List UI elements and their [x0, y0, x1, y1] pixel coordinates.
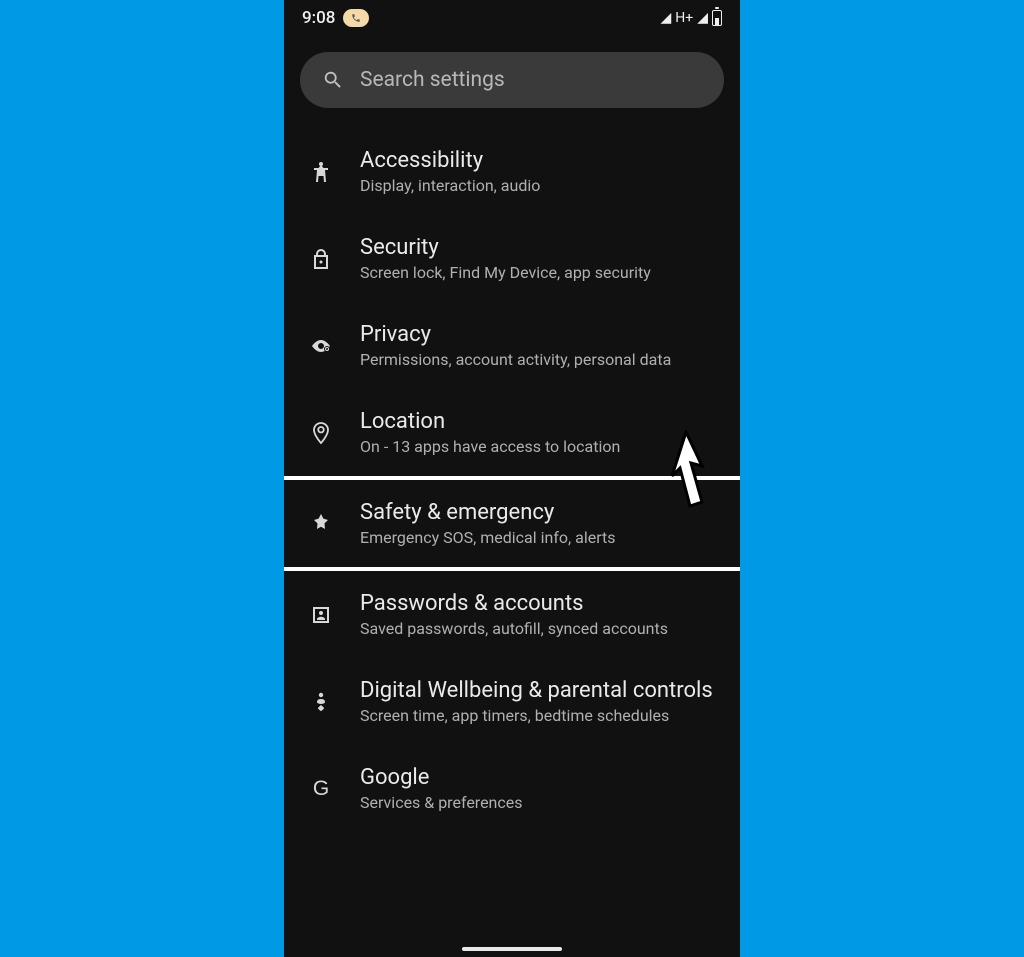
settings-subtitle: Saved passwords, autofill, synced accoun… — [360, 619, 720, 638]
phone-frame: 9:08 ◢ H+ ◢ Search settings Accessibilit… — [284, 0, 740, 957]
nav-handle[interactable] — [462, 947, 562, 951]
settings-title: Safety & emergency — [360, 500, 720, 525]
notification-badge — [343, 9, 369, 27]
settings-subtitle: On - 13 apps have access to location — [360, 437, 720, 456]
status-left: 9:08 — [302, 8, 369, 28]
settings-subtitle: Screen lock, Find My Device, app securit… — [360, 263, 720, 282]
settings-item-google[interactable]: G Google Services & preferences — [284, 745, 740, 832]
settings-subtitle: Emergency SOS, medical info, alerts — [360, 528, 720, 547]
search-container: Search settings — [284, 32, 740, 128]
settings-item-location[interactable]: Location On - 13 apps have access to loc… — [284, 389, 740, 476]
settings-title: Privacy — [360, 322, 720, 347]
network-type: H+ — [675, 10, 693, 26]
status-bar: 9:08 ◢ H+ ◢ — [284, 0, 740, 32]
settings-item-wellbeing[interactable]: Digital Wellbeing & parental controls Sc… — [284, 658, 740, 745]
settings-title: Digital Wellbeing & parental controls — [360, 678, 720, 703]
eye-icon — [308, 333, 334, 359]
search-icon — [322, 69, 344, 91]
accessibility-icon — [308, 159, 334, 185]
settings-subtitle: Screen time, app timers, bedtime schedul… — [360, 706, 720, 725]
pin-icon — [308, 420, 334, 446]
settings-title: Google — [360, 765, 720, 790]
settings-subtitle: Services & preferences — [360, 793, 720, 812]
settings-item-security[interactable]: Security Screen lock, Find My Device, ap… — [284, 215, 740, 302]
account-icon — [308, 602, 334, 628]
settings-title: Location — [360, 409, 720, 434]
battery-icon — [712, 10, 722, 26]
medical-icon — [308, 511, 334, 537]
search-placeholder: Search settings — [360, 68, 505, 92]
settings-subtitle: Permissions, account activity, personal … — [360, 350, 720, 369]
search-settings-input[interactable]: Search settings — [300, 52, 724, 108]
settings-subtitle: Display, interaction, audio — [360, 176, 720, 195]
signal-1-icon: ◢ — [661, 10, 672, 26]
google-icon: G — [308, 776, 334, 802]
clock: 9:08 — [302, 8, 335, 28]
settings-item-privacy[interactable]: Privacy Permissions, account activity, p… — [284, 302, 740, 389]
lock-icon — [308, 246, 334, 272]
status-right: ◢ H+ ◢ — [661, 10, 723, 26]
settings-item-accessibility[interactable]: Accessibility Display, interaction, audi… — [284, 128, 740, 215]
settings-item-passwords[interactable]: Passwords & accounts Saved passwords, au… — [284, 571, 740, 658]
settings-title: Security — [360, 235, 720, 260]
settings-title: Passwords & accounts — [360, 591, 720, 616]
settings-item-safety[interactable]: Safety & emergency Emergency SOS, medica… — [284, 476, 740, 571]
signal-2-icon: ◢ — [697, 10, 708, 26]
settings-title: Accessibility — [360, 148, 720, 173]
settings-list: Accessibility Display, interaction, audi… — [284, 128, 740, 832]
heart-icon — [308, 689, 334, 715]
